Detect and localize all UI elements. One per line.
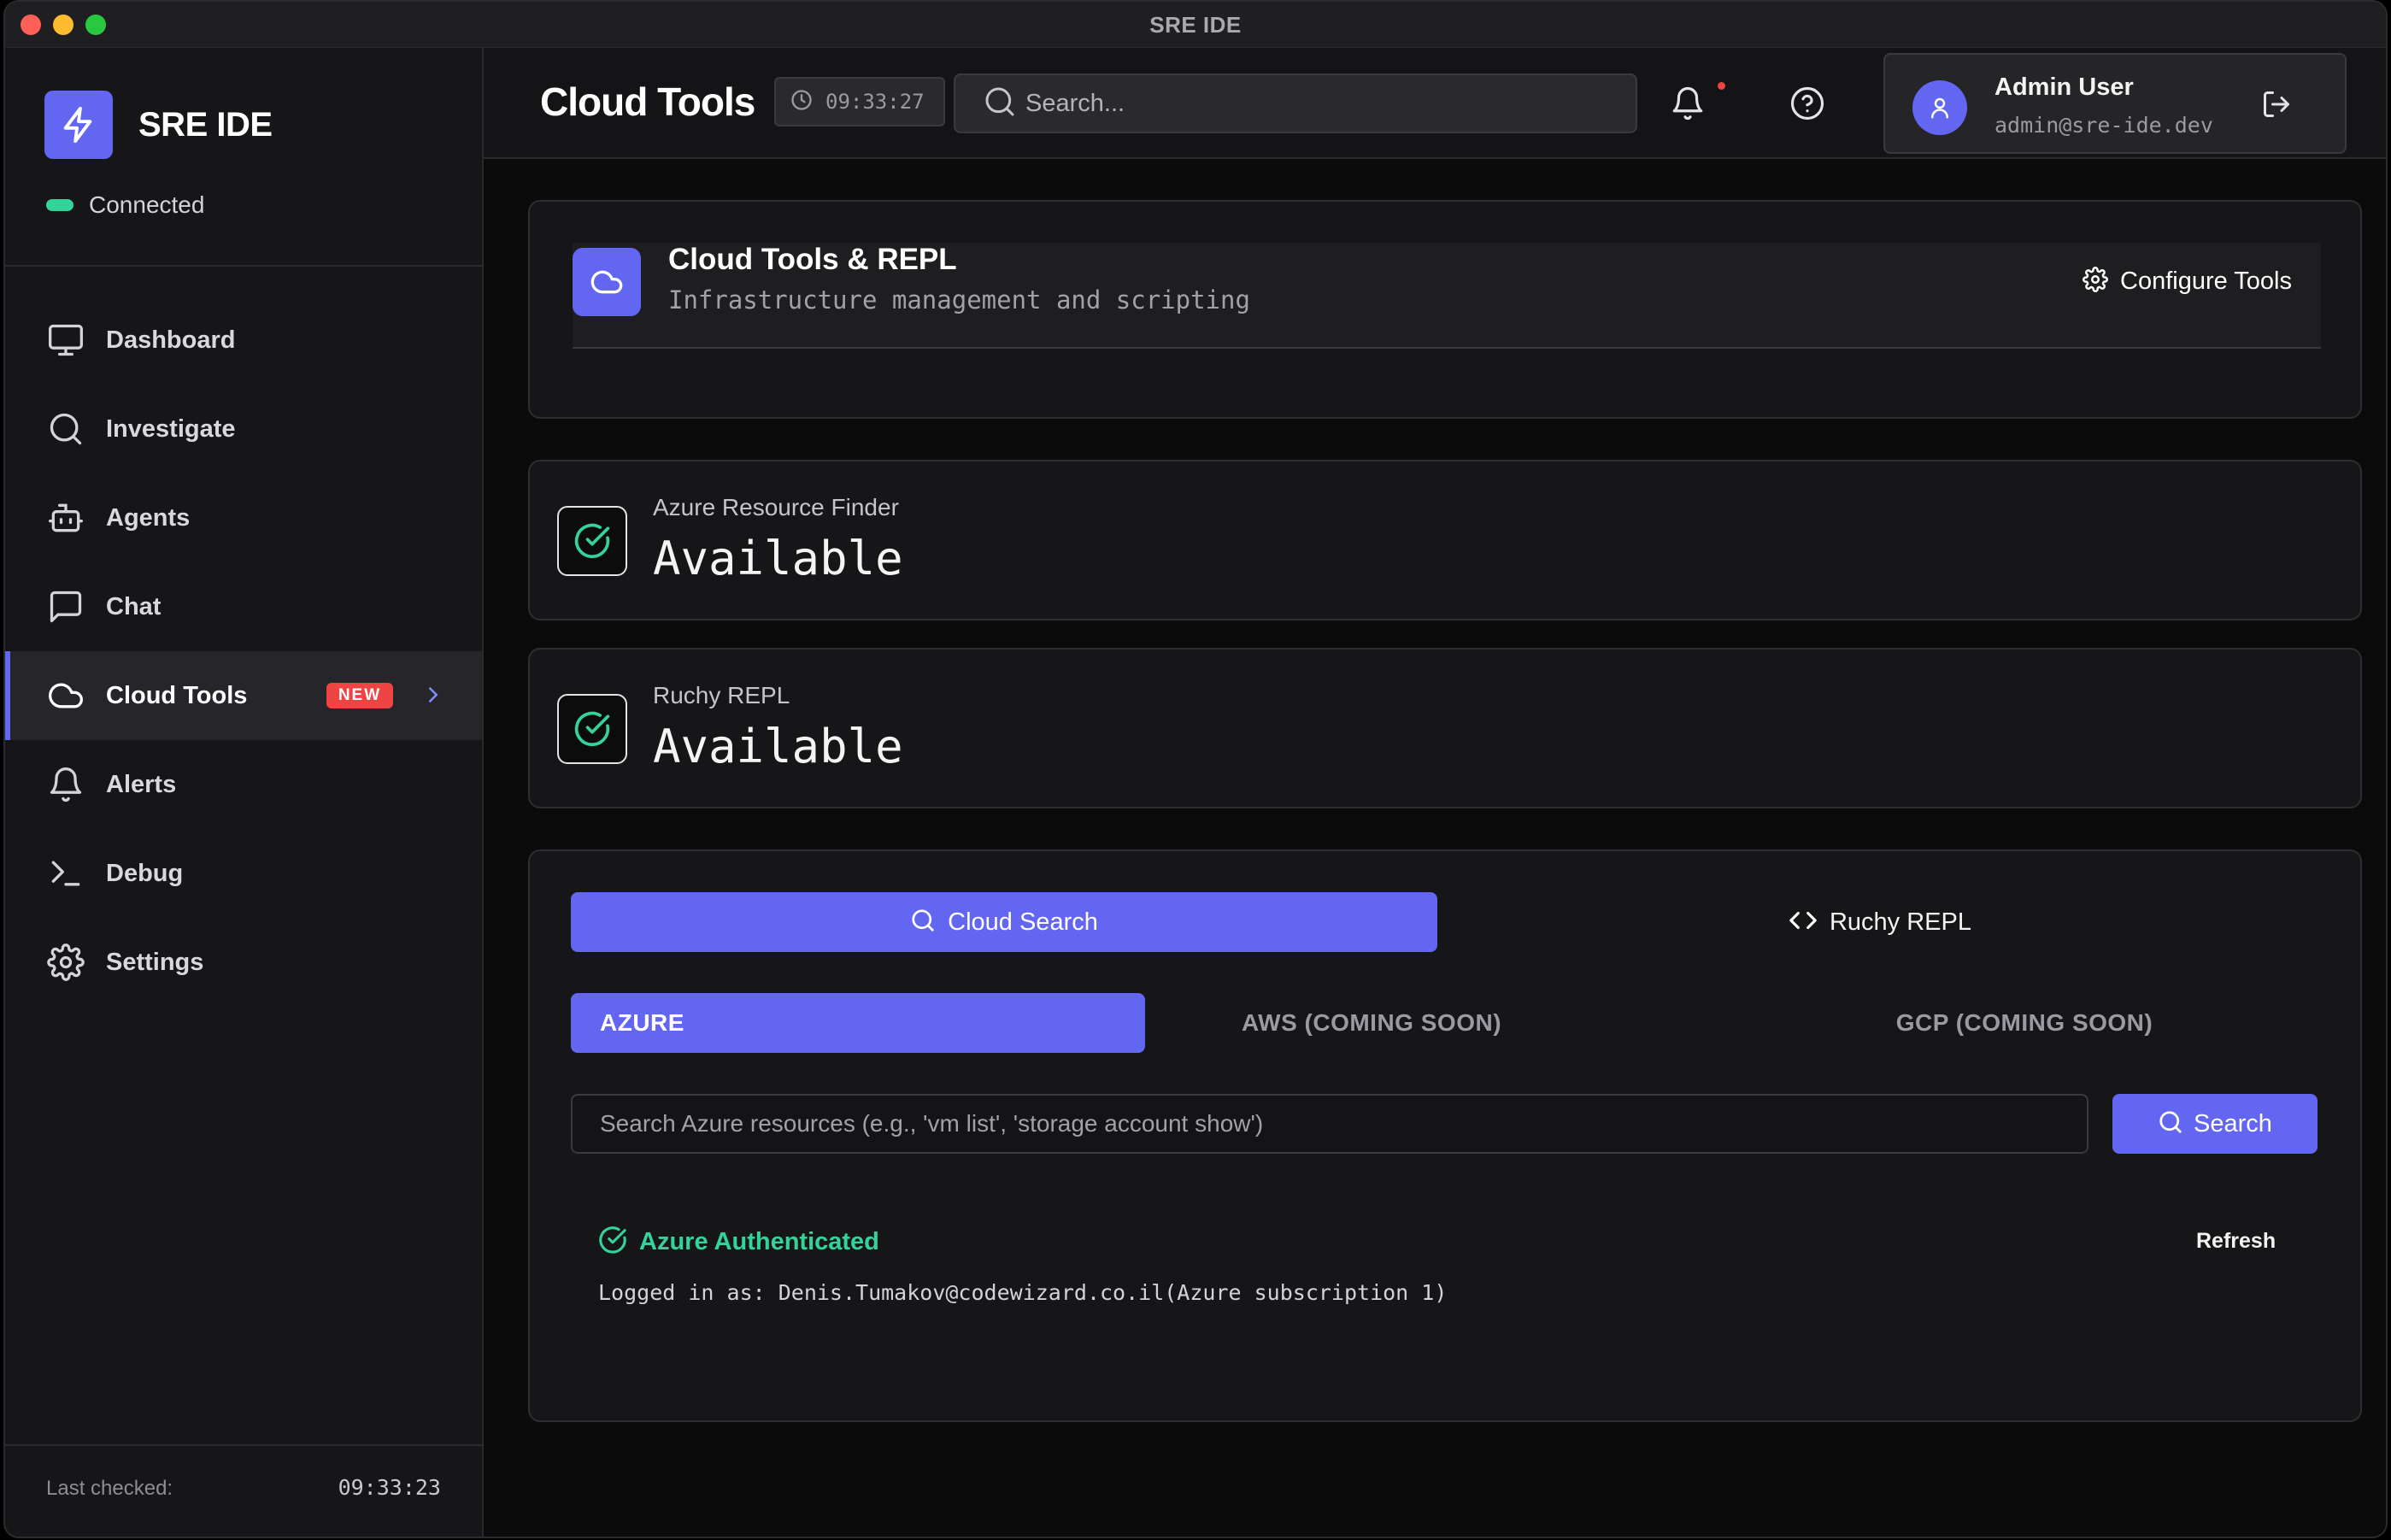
search-icon xyxy=(2158,1109,2183,1139)
check-circle-icon xyxy=(557,694,627,764)
provider-tab-azure[interactable]: AZURE xyxy=(571,993,1145,1053)
logout-icon[interactable] xyxy=(2261,89,2292,124)
divider xyxy=(5,1444,482,1446)
bell-icon xyxy=(46,765,85,804)
logged-in-text: Logged in as: Denis.Tumakov@codewizard.c… xyxy=(598,1280,1448,1305)
last-checked-time: 09:33:23 xyxy=(338,1475,441,1500)
sidebar-item-label: Debug xyxy=(106,859,184,887)
sidebar-item-agents[interactable]: Agents xyxy=(5,473,482,562)
title-bar: SRE IDE xyxy=(5,2,2386,48)
status-name: Ruchy REPL xyxy=(653,682,790,708)
sidebar: SRE IDE Connected Dashboard Investigate xyxy=(5,48,484,1537)
bot-icon xyxy=(46,498,85,538)
status-value: Available xyxy=(653,532,903,585)
notification-dot xyxy=(1718,82,1725,90)
hero-subtitle: Infrastructure management and scripting xyxy=(668,285,1250,314)
status-name: Azure Resource Finder xyxy=(653,494,899,520)
cloud-icon xyxy=(573,248,641,316)
cloud-tools-header-card: Cloud Tools & REPL Infrastructure manage… xyxy=(528,200,2362,419)
check-circle-icon xyxy=(557,506,627,576)
tab-ruchy-repl[interactable]: Ruchy REPL xyxy=(1437,892,2323,952)
brand-name: SRE IDE xyxy=(138,105,273,144)
notifications-bell-icon[interactable] xyxy=(1670,85,1706,126)
search-placeholder: Search... xyxy=(1025,89,1125,117)
divider xyxy=(5,265,482,267)
check-circle-icon xyxy=(598,1226,627,1259)
auth-status: Azure Authenticated xyxy=(598,1226,879,1259)
search-button[interactable]: Search xyxy=(2112,1094,2318,1154)
cloud-tools-panel: Cloud Search Ruchy REPL AZURE AWS (COMIN… xyxy=(528,849,2362,1422)
search-button-label: Search xyxy=(2194,1109,2272,1137)
avatar xyxy=(1912,80,1967,135)
provider-tab-gcp[interactable]: GCP (COMING SOON) xyxy=(1726,993,2323,1053)
status-card-ruchy-repl: Ruchy REPL Available xyxy=(528,648,2362,808)
user-email: admin@sre-ide.dev xyxy=(1994,113,2213,138)
app-window: SRE IDE SRE IDE Connected Dashboard Inve… xyxy=(3,0,2388,1538)
sidebar-item-label: Settings xyxy=(106,948,204,976)
top-header: Cloud Tools 09:33:27 Search... Admin Use… xyxy=(484,48,2386,159)
user-name: Admin User xyxy=(1994,73,2134,101)
sidebar-item-cloud-tools[interactable]: Cloud Tools NEW xyxy=(5,651,482,740)
sidebar-item-alerts[interactable]: Alerts xyxy=(5,740,482,829)
sidebar-nav: Dashboard Investigate Agents Chat Cloud … xyxy=(5,296,482,1007)
refresh-button[interactable]: Refresh xyxy=(2196,1229,2276,1254)
search-icon xyxy=(983,85,1017,123)
search-icon xyxy=(910,908,936,938)
sidebar-item-label: Chat xyxy=(106,592,162,620)
lightning-icon xyxy=(44,91,113,159)
cloud-icon xyxy=(46,676,85,715)
tab-label: Ruchy REPL xyxy=(1829,908,1971,936)
gear-icon xyxy=(46,943,85,982)
configure-tools-label: Configure Tools xyxy=(2120,267,2292,295)
monitor-icon xyxy=(46,320,85,360)
last-checked-label: Last checked: xyxy=(46,1477,173,1500)
brand[interactable]: SRE IDE xyxy=(44,91,273,159)
hero-band: Cloud Tools & REPL Infrastructure manage… xyxy=(573,243,2321,349)
gear-icon xyxy=(2083,267,2108,297)
new-badge: NEW xyxy=(326,683,393,708)
sidebar-item-label: Alerts xyxy=(106,770,177,798)
window-title: SRE IDE xyxy=(1149,12,1242,38)
status-dot xyxy=(46,199,73,211)
tab-label: Cloud Search xyxy=(948,908,1098,936)
sidebar-item-debug[interactable]: Debug xyxy=(5,829,482,918)
hero-title: Cloud Tools & REPL xyxy=(668,243,957,276)
clock: 09:33:27 xyxy=(774,77,945,126)
provider-tab-aws[interactable]: AWS (COMING SOON) xyxy=(1145,993,1726,1053)
main-content: Cloud Tools & REPL Infrastructure manage… xyxy=(484,159,2386,1537)
help-icon[interactable] xyxy=(1789,85,1825,126)
sidebar-item-label: Cloud Tools xyxy=(106,681,248,709)
user-menu[interactable]: Admin User admin@sre-ide.dev xyxy=(1883,53,2347,154)
terminal-icon xyxy=(46,854,85,893)
sidebar-item-investigate[interactable]: Investigate xyxy=(5,385,482,473)
status-card-azure-resource-finder: Azure Resource Finder Available xyxy=(528,460,2362,620)
page-title: Cloud Tools xyxy=(540,79,755,124)
connection-label: Connected xyxy=(89,191,205,218)
global-search-input[interactable]: Search... xyxy=(954,73,1637,133)
search-icon xyxy=(46,409,85,449)
sidebar-item-label: Dashboard xyxy=(106,326,236,354)
azure-resource-search-input[interactable] xyxy=(571,1094,2088,1154)
sidebar-item-label: Agents xyxy=(106,503,191,532)
chat-icon xyxy=(46,587,85,626)
clock-time: 09:33:27 xyxy=(825,90,925,114)
clock-icon xyxy=(790,88,814,116)
status-value: Available xyxy=(653,720,903,773)
code-icon xyxy=(1789,906,1818,939)
tab-cloud-search[interactable]: Cloud Search xyxy=(571,892,1437,952)
auth-status-label: Azure Authenticated xyxy=(639,1228,879,1255)
sidebar-item-dashboard[interactable]: Dashboard xyxy=(5,296,482,385)
sidebar-item-settings[interactable]: Settings xyxy=(5,918,482,1007)
configure-tools-button[interactable]: Configure Tools xyxy=(2083,267,2292,297)
chevron-right-icon xyxy=(420,682,446,712)
sidebar-item-chat[interactable]: Chat xyxy=(5,562,482,651)
sidebar-item-label: Investigate xyxy=(106,414,236,443)
connection-status: Connected xyxy=(46,191,204,219)
